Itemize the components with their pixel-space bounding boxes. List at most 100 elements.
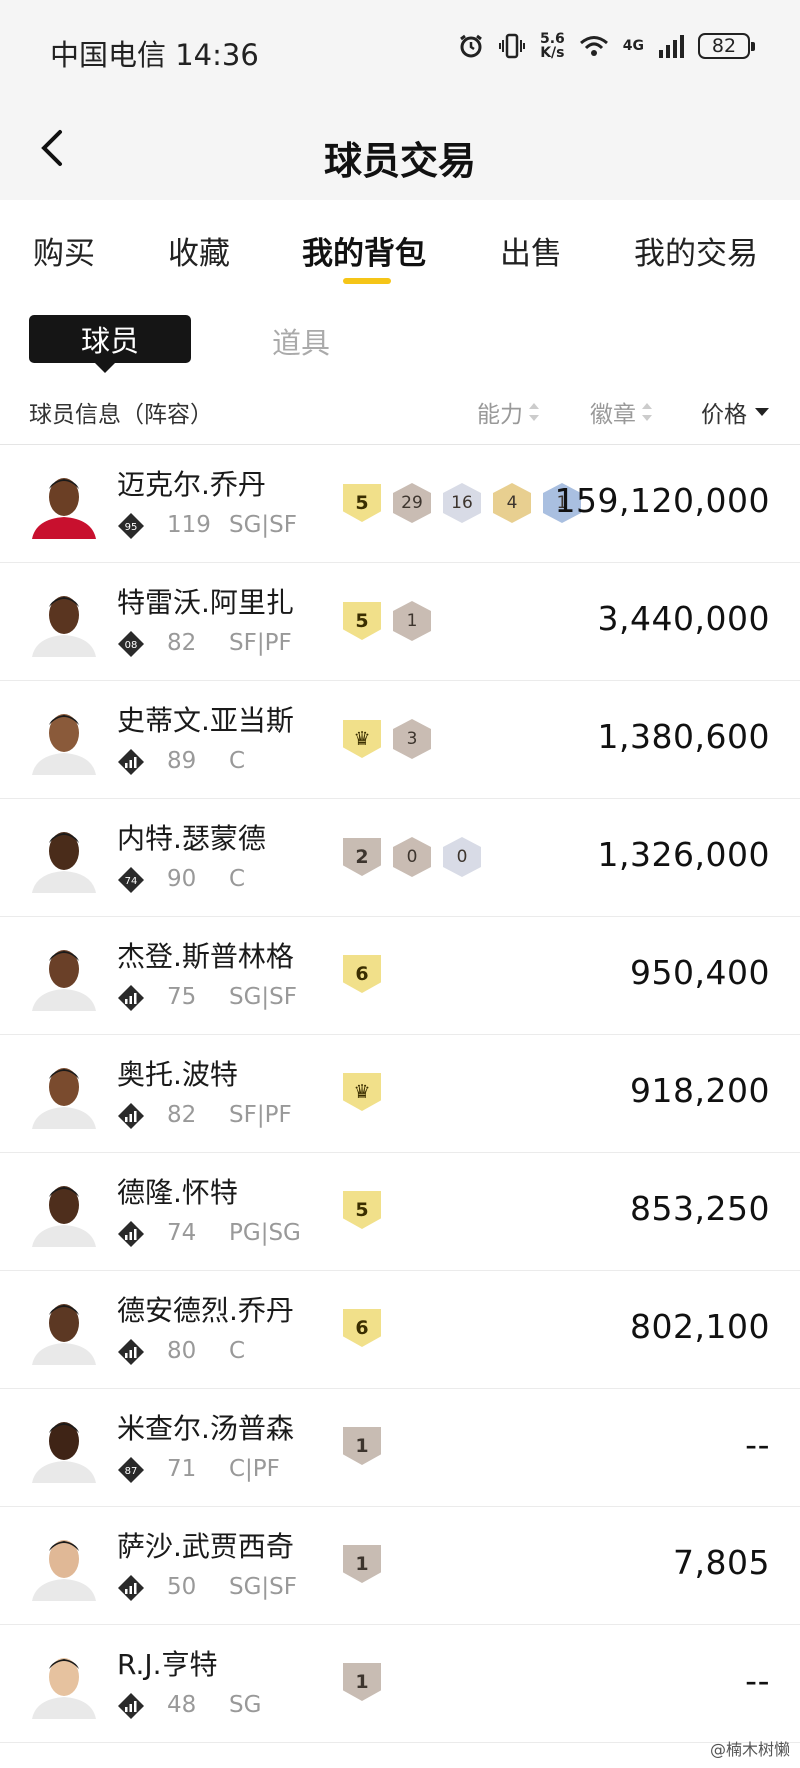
player-position: SG bbox=[229, 1692, 262, 1718]
level-badge: ♛ bbox=[343, 1073, 381, 1111]
player-row[interactable]: 米查尔.汤普森 87 71 C|PF 1 -- bbox=[0, 1389, 800, 1507]
badge-count: 1 bbox=[393, 601, 431, 641]
ability-badges: 5 29 16 4 1 bbox=[343, 483, 581, 523]
player-avatar bbox=[28, 1411, 100, 1483]
player-row[interactable]: 奥托.波特 82 SF|PF ♛ 918,200 bbox=[0, 1035, 800, 1153]
player-avatar bbox=[28, 585, 100, 657]
player-position: PG|SG bbox=[229, 1220, 301, 1246]
player-row[interactable]: 德安德烈.乔丹 80 C 6 802,100 bbox=[0, 1271, 800, 1389]
player-overall: 82 bbox=[167, 630, 197, 656]
player-avatar bbox=[28, 703, 100, 775]
tab-sell[interactable]: 出售 bbox=[500, 228, 562, 273]
player-price: -- bbox=[745, 1661, 770, 1700]
player-position: C bbox=[229, 748, 246, 774]
player-position: SG|SF bbox=[229, 512, 298, 538]
player-avatar bbox=[28, 467, 100, 539]
rank-number: 08 bbox=[125, 640, 138, 651]
player-overall: 90 bbox=[167, 866, 197, 892]
player-price: 853,250 bbox=[630, 1189, 770, 1228]
player-name: 内特.瑟蒙德 bbox=[117, 822, 266, 855]
player-overall: 75 bbox=[167, 984, 197, 1010]
carrier-time: 中国电信 14:36 bbox=[50, 38, 259, 72]
rank-bars-icon bbox=[118, 1339, 144, 1365]
column-badges[interactable]: 徽章 bbox=[590, 395, 652, 429]
player-avatar bbox=[28, 1057, 100, 1129]
tab-my-trades[interactable]: 我的交易 bbox=[634, 228, 758, 273]
player-name: 德安德烈.乔丹 bbox=[117, 1294, 294, 1327]
ability-badges: 1 bbox=[343, 1663, 381, 1701]
player-price: 1,326,000 bbox=[597, 835, 770, 874]
player-list: 迈克尔.乔丹 95 119 SG|SF 5 29 16 4 1 159,120,000 … bbox=[0, 445, 800, 1743]
ability-badges: ♛ bbox=[343, 1073, 381, 1111]
wifi-icon bbox=[579, 36, 608, 56]
player-price: 159,120,000 bbox=[554, 481, 770, 520]
level-badge: 5 bbox=[343, 484, 381, 522]
network-type: 4G bbox=[622, 38, 644, 54]
player-price: 950,400 bbox=[630, 953, 770, 992]
badge-count: 0 bbox=[443, 837, 481, 877]
player-row[interactable]: 内特.瑟蒙德 74 90 C 200 1,326,000 bbox=[0, 799, 800, 917]
player-row[interactable]: R.J.亨特 48 SG 1 -- bbox=[0, 1625, 800, 1743]
tab-my-bag[interactable]: 我的背包 bbox=[302, 228, 426, 273]
player-row[interactable]: 迈克尔.乔丹 95 119 SG|SF 5 29 16 4 1 159,120,000 bbox=[0, 445, 800, 563]
player-avatar bbox=[28, 1529, 100, 1601]
tab-favorites[interactable]: 收藏 bbox=[168, 228, 230, 273]
level-badge: 1 bbox=[343, 1663, 381, 1701]
level-badge: 2 bbox=[343, 838, 381, 876]
column-ability[interactable]: 能力 bbox=[477, 395, 539, 429]
column-price[interactable]: 价格 bbox=[701, 395, 769, 429]
column-player-info: 球员信息（阵容） bbox=[29, 402, 213, 428]
player-position: C|PF bbox=[229, 1456, 280, 1482]
ability-badges: 6 bbox=[343, 1309, 381, 1347]
player-avatar bbox=[28, 821, 100, 893]
rank-badge-icon: 08 bbox=[118, 631, 144, 657]
player-avatar bbox=[28, 1293, 100, 1365]
player-row[interactable]: 特雷沃.阿里扎 08 82 SF|PF 51 3,440,000 bbox=[0, 563, 800, 681]
rank-number: 95 bbox=[125, 522, 138, 533]
battery-level: 82 bbox=[711, 35, 737, 57]
level-badge: 1 bbox=[343, 1427, 381, 1465]
ability-badges: 5 bbox=[343, 1191, 381, 1229]
subtab-items[interactable]: 道具 bbox=[272, 320, 330, 362]
rank-number: 87 bbox=[125, 1466, 138, 1477]
badge-count: 16 bbox=[443, 483, 481, 523]
rank-bars-icon bbox=[118, 1693, 144, 1719]
status-icons: 5.6 K/s 4G 82 bbox=[458, 31, 755, 61]
rank-badge-icon: 74 bbox=[118, 867, 144, 893]
subtab-players[interactable]: 球员 bbox=[29, 315, 191, 373]
player-position: SF|PF bbox=[229, 630, 292, 656]
level-badge: 5 bbox=[343, 1191, 381, 1229]
battery-icon: 82 bbox=[698, 33, 755, 59]
player-price: -- bbox=[745, 1425, 770, 1464]
player-row[interactable]: 杰登.斯普林格 75 SG|SF 6 950,400 bbox=[0, 917, 800, 1035]
player-row[interactable]: 萨沙.武贾西奇 50 SG|SF 1 7,805 bbox=[0, 1507, 800, 1625]
player-price: 802,100 bbox=[630, 1307, 770, 1346]
badge-count: 0 bbox=[393, 837, 431, 877]
player-overall: 89 bbox=[167, 748, 197, 774]
ability-badges: 51 bbox=[343, 601, 431, 641]
player-position: SF|PF bbox=[229, 1102, 292, 1128]
active-tab-indicator bbox=[343, 278, 391, 284]
tab-buy[interactable]: 购买 bbox=[33, 228, 95, 273]
player-name: 米查尔.汤普森 bbox=[117, 1412, 294, 1445]
rank-badge-icon: 95 bbox=[118, 513, 144, 539]
player-overall: 50 bbox=[167, 1574, 197, 1600]
player-row[interactable]: 史蒂文.亚当斯 89 C ♛ 3 1,380,600 bbox=[0, 681, 800, 799]
level-badge: 6 bbox=[343, 1309, 381, 1347]
sort-icon bbox=[529, 403, 539, 421]
rank-bars-icon bbox=[118, 1103, 144, 1129]
player-row[interactable]: 德隆.怀特 74 PG|SG 5 853,250 bbox=[0, 1153, 800, 1271]
player-overall: 74 bbox=[167, 1220, 197, 1246]
player-name: 特雷沃.阿里扎 bbox=[117, 586, 294, 619]
network-speed: 5.6 K/s bbox=[539, 31, 565, 61]
player-name: 萨沙.武贾西奇 bbox=[117, 1530, 294, 1563]
player-avatar bbox=[28, 939, 100, 1011]
ability-badges: 200 bbox=[343, 837, 481, 877]
player-price: 918,200 bbox=[630, 1071, 770, 1110]
rank-bars-icon bbox=[118, 1221, 144, 1247]
page-title: 球员交易 bbox=[323, 139, 476, 183]
rank-bars-icon bbox=[118, 985, 144, 1011]
player-position: SG|SF bbox=[229, 1574, 298, 1600]
player-price: 7,805 bbox=[673, 1543, 770, 1582]
sort-desc-icon bbox=[755, 408, 769, 416]
